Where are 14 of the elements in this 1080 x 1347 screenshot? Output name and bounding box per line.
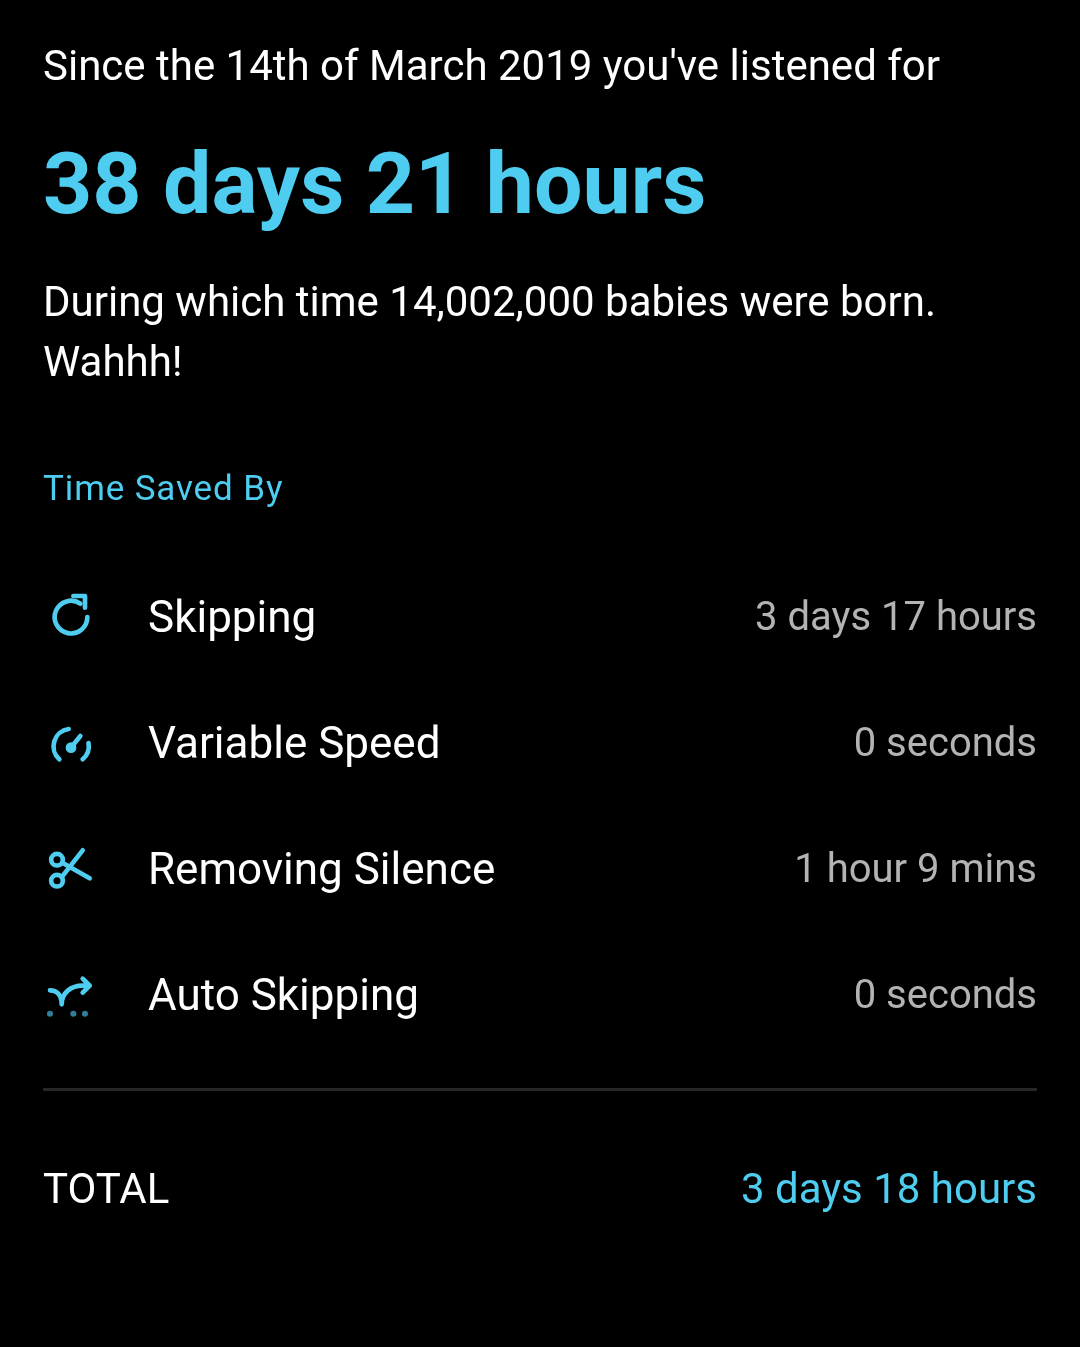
total-listened-time: 38 days 21 hours	[43, 134, 708, 234]
row-value: 0 seconds	[853, 970, 1037, 1020]
row-value: 0 seconds	[853, 718, 1037, 768]
section-title: Time Saved By	[43, 467, 285, 511]
fun-fact-text: During which time 14,002,000 babies were born. Wahhh!	[43, 276, 938, 388]
row-label: Auto Skipping	[148, 968, 419, 1023]
intro-text: Since the 14th of March 2019 you've listened for	[43, 40, 942, 92]
row-value: 3 days 17 hours	[755, 592, 1037, 642]
row-label: Variable Speed	[148, 716, 441, 771]
row-label: Removing Silence	[148, 842, 496, 897]
total-label: TOTAL	[43, 1163, 170, 1215]
row-value: 1 hour 9 mins	[794, 844, 1037, 894]
total-value: 3 days 18 hours	[741, 1163, 1037, 1215]
row-label: Skipping	[148, 590, 317, 645]
